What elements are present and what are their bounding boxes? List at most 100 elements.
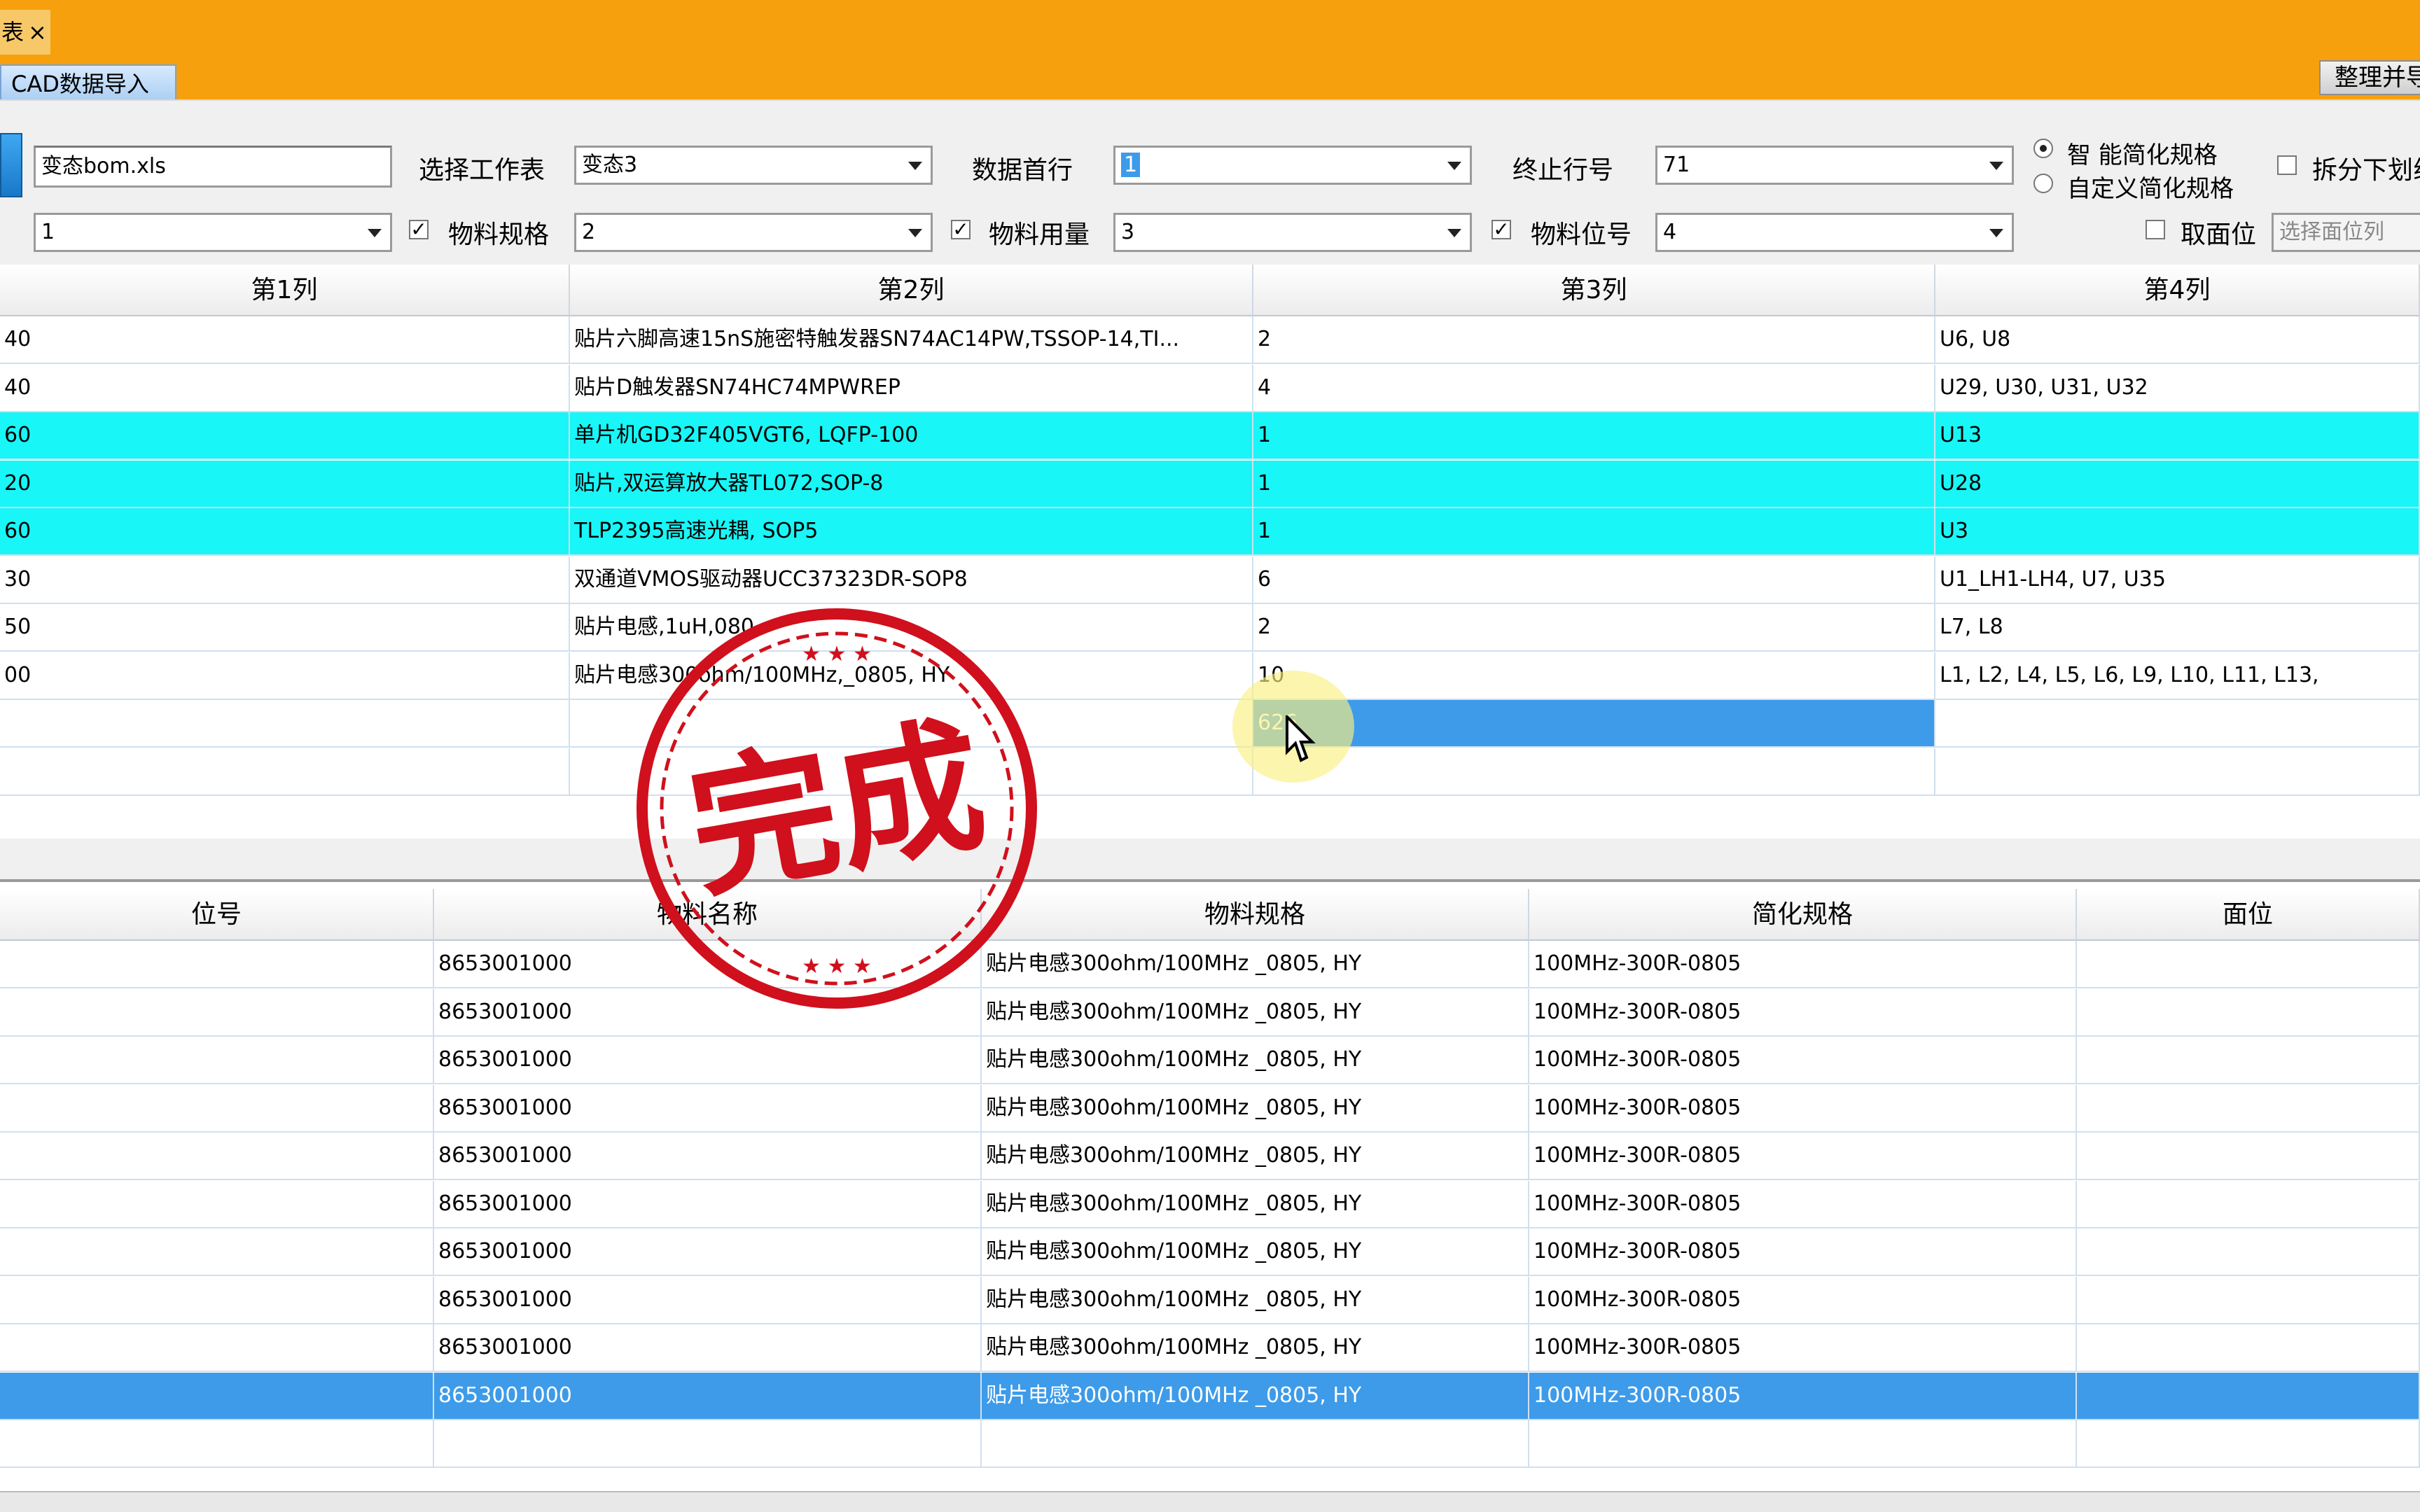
chevron-down-icon[interactable] [903,152,928,178]
result-cell[interactable]: 贴片电感300ohm/100MHz _0805, HY [982,988,1529,1037]
spec-checkbox[interactable]: ✓ [409,220,429,239]
result-cell[interactable] [2077,1372,2420,1420]
result-cell[interactable]: 100MHz-300R-0805 [1529,941,2077,988]
preview-cell[interactable]: 贴片六脚高速15nS施密特触发器SN74AC14PW,TSSOP-14,TI..… [570,316,1253,364]
preview-cell[interactable]: 贴片D触发器SN74HC74MPWREP [570,364,1253,412]
preview-col-header-3[interactable]: 第3列 [1253,265,1935,316]
result-cell[interactable]: 8653001000 [434,1180,982,1228]
preview-cell[interactable]: 4 [1253,364,1935,412]
result-cell[interactable] [0,1324,434,1372]
preview-cell[interactable]: U28 [1935,460,2420,508]
result-cell[interactable] [0,1228,434,1276]
result-cell[interactable]: 100MHz-300R-0805 [1529,1276,2077,1324]
result-col-header-4[interactable]: 简化规格 [1529,889,2077,941]
tab-cad-import[interactable]: CAD数据导入 [0,64,176,102]
result-cell[interactable] [2077,1228,2420,1276]
result-cell[interactable] [2077,1084,2420,1133]
result-cell[interactable]: 100MHz-300R-0805 [1529,1228,2077,1276]
result-cell[interactable] [434,1420,982,1468]
preview-col-header-4[interactable]: 第4列 [1935,265,2420,316]
organize-export-button[interactable]: 整理并导出 [2319,60,2420,95]
result-cell[interactable] [0,941,434,988]
result-cell[interactable]: 贴片电感300ohm/100MHz _0805, HY [982,1324,1529,1372]
result-cell[interactable] [0,1133,434,1180]
window-tab[interactable]: 表 × [0,10,50,55]
smart-simplify-radio[interactable] [2033,139,2053,158]
preview-edit-cell[interactable]: 626 [1253,700,1935,748]
result-cell[interactable] [0,1084,434,1133]
result-cell[interactable]: 8653001000 [434,1276,982,1324]
spec-column-select[interactable]: 2 [574,213,933,252]
result-cell[interactable] [2077,1276,2420,1324]
result-cell[interactable]: 100MHz-300R-0805 [1529,1133,2077,1180]
result-cell[interactable]: 贴片电感300ohm/100MHz _0805, HY [982,1037,1529,1084]
preview-cell[interactable]: 50 [0,604,570,652]
result-cell[interactable]: 100MHz-300R-0805 [1529,1084,2077,1133]
result-cell[interactable]: 8653001000 [434,1133,982,1180]
result-cell[interactable]: 贴片电感300ohm/100MHz _0805, HY [982,1180,1529,1228]
result-cell[interactable] [2077,988,2420,1037]
chevron-down-icon[interactable] [903,219,928,246]
close-icon[interactable]: × [28,19,47,46]
result-cell[interactable]: 8653001000 [434,1228,982,1276]
result-cell[interactable] [2077,1037,2420,1084]
preview-cell[interactable] [1935,700,2420,748]
preview-cell[interactable]: L7, L8 [1935,604,2420,652]
result-cell[interactable]: 100MHz-300R-0805 [1529,988,2077,1037]
result-cell[interactable] [2077,1324,2420,1372]
sheet-select[interactable]: 变态3 [574,146,933,185]
preview-cell[interactable]: U29, U30, U31, U32 [1935,364,2420,412]
result-cell[interactable]: 8653001000 [434,1324,982,1372]
result-cell[interactable]: 贴片电感300ohm/100MHz _0805, HY [982,1133,1529,1180]
preview-cell[interactable]: 6 [1253,556,1935,604]
chevron-down-icon[interactable] [1442,219,1467,246]
result-cell[interactable] [2077,1180,2420,1228]
preview-empty-cell[interactable] [1253,748,1935,796]
first-row-select[interactable]: 1 [1113,146,1472,185]
result-cell[interactable] [1529,1420,2077,1468]
result-cell[interactable]: 8653001000 [434,1372,982,1420]
result-cell[interactable]: 8653001000 [434,1037,982,1084]
preview-cell[interactable]: U1_LH1-LH4, U7, U35 [1935,556,2420,604]
preview-cell[interactable]: 00 [0,652,570,700]
result-cell[interactable]: 100MHz-300R-0805 [1529,1180,2077,1228]
split-underline-checkbox[interactable] [2277,155,2297,175]
preview-cell[interactable]: 1 [1253,508,1935,556]
custom-simplify-radio[interactable] [2033,174,2053,193]
result-col-header-3[interactable]: 物料规格 [982,889,1529,941]
file-path-input[interactable]: 变态bom.xls [34,146,392,188]
preview-cell[interactable]: 10 [1253,652,1935,700]
preview-cell[interactable]: 1 [1253,412,1935,460]
preview-col-header-2[interactable]: 第2列 [570,265,1253,316]
preview-cell[interactable]: U6, U8 [1935,316,2420,364]
result-cell[interactable] [0,1420,434,1468]
result-cell[interactable] [982,1420,1529,1468]
result-col-header-1[interactable]: 位号 [0,889,434,941]
grid-splitter[interactable] [0,839,2420,882]
result-cell[interactable]: 100MHz-300R-0805 [1529,1372,2077,1420]
result-cell[interactable]: 贴片电感300ohm/100MHz _0805, HY [982,941,1529,988]
pos-column-select[interactable]: 4 [1655,213,2014,252]
preview-col-header-1[interactable]: 第1列 [0,265,570,316]
result-cell[interactable]: 贴片电感300ohm/100MHz _0805, HY [982,1372,1529,1420]
preview-empty-cell[interactable] [1935,748,2420,796]
preview-cell[interactable]: 40 [0,316,570,364]
pos-checkbox[interactable]: ✓ [1491,220,1511,239]
result-cell[interactable] [2077,941,2420,988]
preview-cell[interactable]: L1, L2, L4, L5, L6, L9, L10, L11, L13, [1935,652,2420,700]
preview-cell[interactable]: 30 [0,556,570,604]
preview-cell[interactable]: U13 [1935,412,2420,460]
chevron-down-icon[interactable] [1984,219,2009,246]
chevron-down-icon[interactable] [1984,152,2009,178]
result-cell[interactable]: 贴片电感300ohm/100MHz _0805, HY [982,1228,1529,1276]
side-column-select[interactable]: 选择面位列 [2272,213,2420,252]
qty-checkbox[interactable]: ✓ [951,220,971,239]
result-cell[interactable]: 贴片电感300ohm/100MHz _0805, HY [982,1084,1529,1133]
qty-column-select[interactable]: 3 [1113,213,1472,252]
chevron-down-icon[interactable] [362,219,387,246]
result-cell[interactable]: 100MHz-300R-0805 [1529,1324,2077,1372]
result-col-header-5[interactable]: 面位 [2077,889,2420,941]
result-cell[interactable] [2077,1133,2420,1180]
result-cell[interactable] [0,988,434,1037]
open-file-button[interactable] [0,133,22,197]
